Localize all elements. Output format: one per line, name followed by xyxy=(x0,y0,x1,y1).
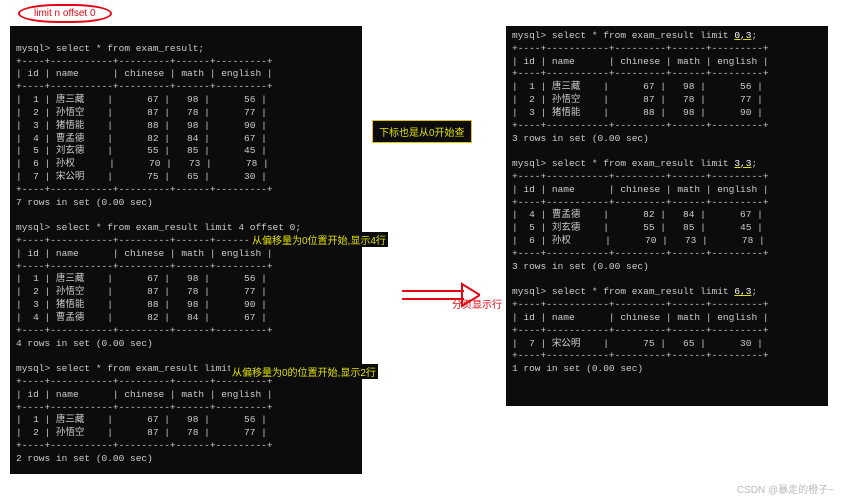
watermark: CSDN @暴走的橙子~ xyxy=(737,481,834,496)
annotation-offset0-show4: 从偏移量为0位置开始,显示4行 xyxy=(250,232,388,247)
annotation-offset0-show2: 从偏移量为0的位置开始,显示2行 xyxy=(230,364,378,379)
terminal-left: mysql> select * from exam_result; +----+… xyxy=(10,26,362,474)
annotation-index-start-zero: 下标也是从0开始查 xyxy=(372,120,472,143)
terminal-right: mysql> select * from exam_result limit 0… xyxy=(506,26,828,406)
title-badge: limit n offset 0 xyxy=(18,4,112,23)
arrow-right-icon xyxy=(400,282,480,308)
